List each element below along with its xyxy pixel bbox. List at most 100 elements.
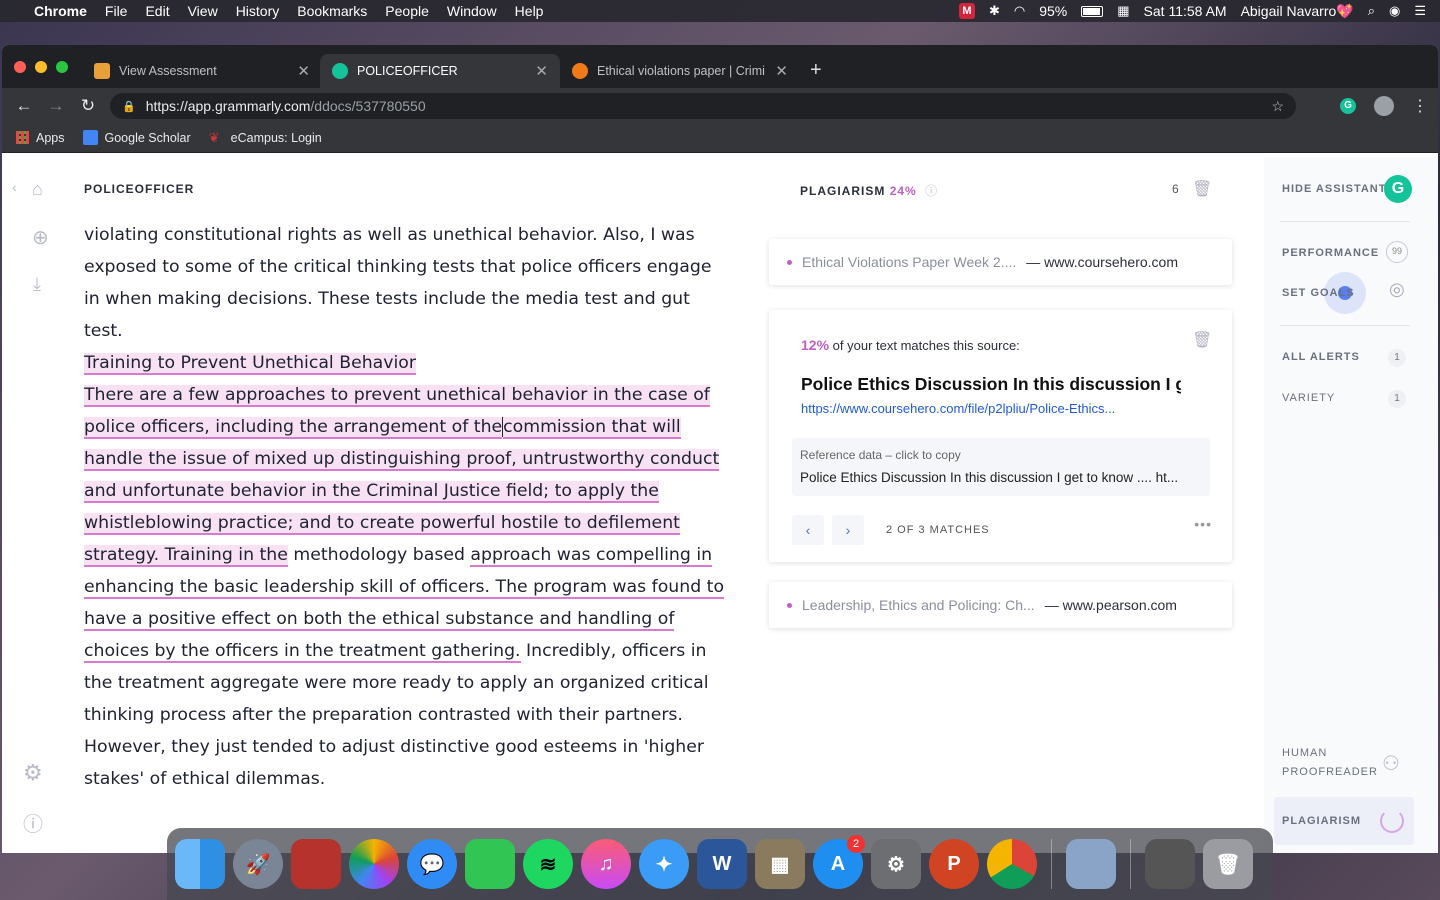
- tab-close-icon[interactable]: ✕: [297, 62, 310, 80]
- source-card-collapsed[interactable]: Ethical Violations Paper Week 2.... — ww…: [769, 239, 1232, 285]
- paragraph-1[interactable]: violating constitutional rights as well …: [84, 219, 724, 347]
- grammarly-logo-icon[interactable]: G: [1384, 175, 1412, 203]
- tab-title: POLICEOFFICER: [357, 64, 458, 78]
- profile-avatar-icon[interactable]: [1374, 96, 1394, 116]
- bookmark-ecampus[interactable]: ❦ eCampus: Login: [209, 130, 322, 145]
- messages-icon[interactable]: 💬: [407, 839, 457, 889]
- menu-window[interactable]: Window: [447, 3, 497, 19]
- menu-help[interactable]: Help: [515, 3, 544, 19]
- match-percent: 12%: [801, 337, 830, 353]
- preview-icon[interactable]: [1066, 839, 1116, 889]
- all-alerts-button[interactable]: ALL ALERTS: [1282, 351, 1360, 363]
- source-link[interactable]: https://www.coursehero.com/file/p2lpliu/…: [801, 401, 1115, 416]
- tab-close-icon[interactable]: ✕: [535, 62, 548, 80]
- music-icon[interactable]: ♫: [581, 839, 631, 889]
- calculator-icon[interactable]: ▦: [755, 839, 805, 889]
- lock-icon[interactable]: 🔒: [122, 100, 136, 113]
- menu-clock[interactable]: Sat 11:58 AM: [1144, 3, 1227, 19]
- document-body[interactable]: violating constitutional rights as well …: [84, 219, 725, 795]
- menu-file[interactable]: File: [105, 3, 128, 19]
- bookmark-apps[interactable]: Apps: [16, 131, 65, 145]
- photo-booth-icon[interactable]: [291, 839, 341, 889]
- menu-people[interactable]: People: [385, 3, 429, 19]
- more-options-icon[interactable]: •••: [1194, 516, 1212, 532]
- next-match-icon[interactable]: ›: [832, 515, 864, 545]
- trash-bin-icon[interactable]: 🗑: [1203, 839, 1253, 889]
- document-title[interactable]: POLICEOFFICER: [84, 182, 194, 196]
- performance-button[interactable]: PERFORMANCE: [1282, 247, 1379, 259]
- human-proofreader-line1[interactable]: HUMAN: [1282, 747, 1327, 759]
- reference-data-box[interactable]: Reference data – click to copy Police Et…: [792, 438, 1210, 496]
- powerpoint-icon[interactable]: P: [929, 839, 979, 889]
- system-preferences-icon[interactable]: ⚙: [871, 839, 921, 889]
- downloads-stack-icon[interactable]: [1145, 839, 1195, 889]
- inbox-icon[interactable]: ⌂: [32, 179, 43, 200]
- grammarly-extension-icon[interactable]: G: [1340, 98, 1356, 114]
- finder-icon[interactable]: [175, 839, 225, 889]
- tab-close-icon[interactable]: ✕: [775, 62, 788, 80]
- tab-ethical-violations[interactable]: Ethical violations paper | Crimi ✕: [560, 54, 800, 88]
- calendar-icon[interactable]: ▦: [1117, 3, 1129, 19]
- paragraph-2[interactable]: There are a few approaches to prevent un…: [84, 379, 725, 795]
- back-chevron-icon[interactable]: ‹: [12, 179, 17, 195]
- trash-icon[interactable]: 🗑: [1192, 179, 1212, 199]
- menu-user[interactable]: Abigail Navarro💖: [1241, 3, 1354, 20]
- tab-view-assessment[interactable]: View Assessment ✕: [82, 54, 322, 88]
- app-store-icon[interactable]: A2: [813, 835, 865, 889]
- dock-separator: [1051, 839, 1052, 889]
- minimize-window-button[interactable]: [35, 61, 47, 73]
- forward-icon[interactable]: →: [40, 96, 72, 116]
- chrome-icon[interactable]: [987, 839, 1037, 889]
- zoom-window-button[interactable]: [56, 61, 68, 73]
- battery-icon[interactable]: [1081, 5, 1104, 17]
- chrome-menu-icon[interactable]: ⋮: [1412, 96, 1428, 116]
- variety-button[interactable]: VARIETY: [1282, 392, 1335, 404]
- bluetooth-icon[interactable]: ✱: [989, 3, 1000, 19]
- battery-percent[interactable]: 95%: [1039, 3, 1067, 19]
- human-proofreader-line2[interactable]: PROOFREADER: [1282, 766, 1378, 778]
- settings-gear-icon[interactable]: ⚙: [23, 760, 43, 786]
- reload-icon[interactable]: ↻: [72, 96, 104, 116]
- bookmark-google-scholar[interactable]: Google Scholar: [82, 130, 191, 145]
- new-document-icon[interactable]: ⊕: [32, 225, 49, 250]
- address-bar[interactable]: 🔒 https://app.grammarly.com/ddocs/537780…: [110, 93, 1296, 119]
- section-heading[interactable]: Training to Prevent Unethical Behavior: [84, 353, 416, 375]
- tab-title: View Assessment: [119, 64, 217, 78]
- dismiss-trash-icon[interactable]: 🗑: [1192, 330, 1212, 350]
- bookmark-star-icon[interactable]: ☆: [1271, 98, 1284, 115]
- source-card-collapsed[interactable]: Leadership, Ethics and Policing: Ch... —…: [769, 582, 1232, 628]
- info-icon[interactable]: ⓘ: [925, 184, 938, 198]
- menu-history[interactable]: History: [236, 3, 280, 19]
- source-card-expanded[interactable]: 12% of your text matches this source: 🗑 …: [769, 310, 1232, 562]
- help-icon[interactable]: ⓘ: [23, 808, 43, 837]
- menu-app-name[interactable]: Chrome: [34, 3, 87, 19]
- siri-icon[interactable]: ◉: [1389, 3, 1400, 19]
- window-controls: [14, 61, 68, 73]
- word-icon[interactable]: W: [697, 839, 747, 889]
- download-icon[interactable]: ⤓: [33, 274, 41, 295]
- spotify-icon[interactable]: ≋: [523, 839, 573, 889]
- safari-icon[interactable]: ✦: [639, 839, 689, 889]
- back-icon[interactable]: ←: [8, 96, 40, 116]
- set-goals-button[interactable]: SET GOALS: [1282, 287, 1355, 299]
- launchpad-icon[interactable]: 🚀: [233, 839, 283, 889]
- notification-center-icon[interactable]: ☰: [1414, 3, 1426, 19]
- prev-match-icon[interactable]: ‹: [792, 515, 824, 545]
- menu-edit[interactable]: Edit: [145, 3, 169, 19]
- new-tab-icon[interactable]: +: [810, 59, 822, 82]
- hide-assistant-button[interactable]: HIDE ASSISTANT: [1282, 183, 1386, 195]
- mcafee-icon[interactable]: M: [958, 3, 975, 19]
- wifi-icon[interactable]: ◠: [1014, 3, 1025, 19]
- spotlight-search-icon[interactable]: ⌕: [1368, 3, 1375, 19]
- photos-icon[interactable]: [349, 839, 399, 889]
- performance-score[interactable]: 99: [1386, 241, 1408, 263]
- google-scholar-icon: [82, 130, 98, 145]
- menu-view[interactable]: View: [188, 3, 218, 19]
- tab-policeofficer[interactable]: POLICEOFFICER ✕: [320, 54, 560, 88]
- facetime-icon[interactable]: [465, 839, 515, 889]
- menu-bookmarks[interactable]: Bookmarks: [297, 3, 367, 19]
- close-window-button[interactable]: [14, 61, 26, 73]
- target-icon[interactable]: ◎: [1389, 279, 1405, 300]
- proofreader-person-icon[interactable]: ⚇: [1382, 751, 1400, 776]
- plagiarism-tab-label[interactable]: PLAGIARISM: [1282, 815, 1361, 827]
